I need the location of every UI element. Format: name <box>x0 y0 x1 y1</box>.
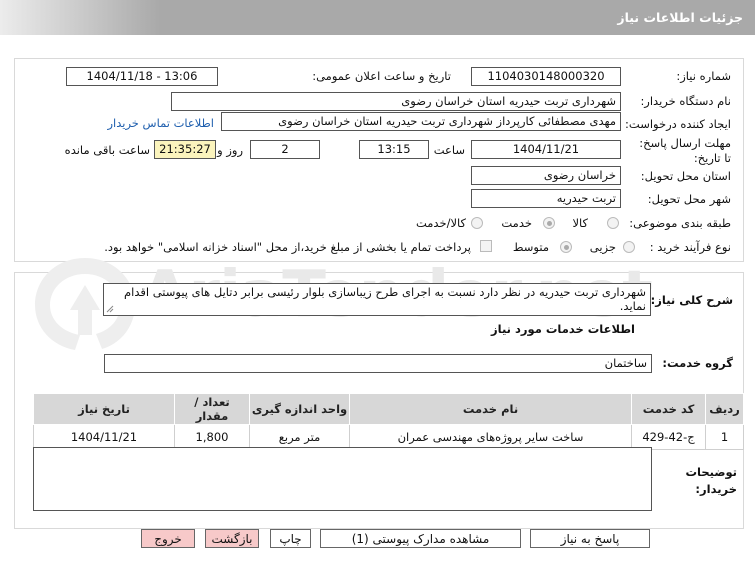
cell-need-date: 1404/11/21 <box>33 424 175 450</box>
service-group-label: گروه خدمت: <box>662 356 733 370</box>
deadline-label: مهلت ارسال پاسخ: تا تاریخ: <box>639 136 731 165</box>
process-label: نوع فرآیند خرید : <box>649 240 731 254</box>
exit-button[interactable]: خروج <box>141 529 195 548</box>
header-gradient <box>0 0 160 35</box>
cell-unit: متر مربع <box>249 424 350 450</box>
need-number-label: شماره نیاز: <box>676 69 731 83</box>
treasury-payment-note: پرداخت تمام یا بخشی از مبلغ خرید،از محل … <box>104 240 471 254</box>
buyer-org-label: نام دستگاه خریدار: <box>640 94 731 108</box>
back-button[interactable]: بازگشت <box>205 529 259 548</box>
buyer-notes-field <box>33 447 652 511</box>
buyer-notes-label-line2: خریدار: <box>695 482 737 496</box>
description-field: شهرداری تربت حیدریه در نظر دارد نسبت به … <box>103 283 651 316</box>
col-header-service-code: کد خدمت <box>631 393 706 425</box>
col-header-row-number: ردیف <box>705 393 744 425</box>
services-table: ردیف کد خدمت نام خدمت واحد اندازه گیری ت… <box>33 393 744 450</box>
days-field: 2 <box>250 140 320 159</box>
cell-quantity: 1,800 <box>174 424 250 450</box>
col-header-need-date: تاریخ نیاز <box>33 393 175 425</box>
services-section-title: اطلاعات خدمات مورد نیاز <box>491 322 635 336</box>
remaining-time-field: 21:35:27 <box>154 140 216 159</box>
remaining-time-label: ساعت باقی مانده <box>64 143 150 157</box>
category-service-label: خدمت <box>501 216 532 230</box>
days-label: روز و <box>217 143 243 157</box>
resize-handle-icon <box>106 305 114 313</box>
table-row: 1 ج-42-429 ساخت سایر پروژه‌های مهندسی عم… <box>33 424 744 450</box>
buyer-notes-label-line1: توضیحات <box>685 465 738 479</box>
province-field: خراسان رضوی <box>471 166 621 185</box>
col-header-service-name: نام خدمت <box>349 393 632 425</box>
category-label: طبقه بندی موضوعی: <box>629 216 731 230</box>
requester-field: مهدی مصطفائی کارپرداز شهرداری تربت حیدری… <box>221 112 621 131</box>
page-header: جزئیات اطلاعات نیاز <box>0 0 755 35</box>
buyer-org-field: شهرداری تربت حیدریه استان خراسان رضوی <box>171 92 621 111</box>
col-header-unit: واحد اندازه گیری <box>249 393 350 425</box>
service-group-field: ساختمان <box>104 354 652 373</box>
page-title: جزئیات اطلاعات نیاز <box>617 10 743 25</box>
process-minor-radio[interactable] <box>623 241 635 253</box>
treasury-payment-checkbox[interactable] <box>480 240 492 252</box>
deadline-time-label: ساعت <box>433 143 465 157</box>
cell-service-code: ج-42-429 <box>631 424 706 450</box>
announce-field: 1404/11/18 - 13:06 <box>66 67 218 86</box>
category-both-label: کالا/خدمت <box>415 216 466 230</box>
col-header-quantity: تعداد / مقدار <box>174 393 250 425</box>
buyer-contact-link[interactable]: اطلاعات تماس خریدار <box>107 116 214 130</box>
description-label: شرح کلی نیاز: <box>650 293 733 307</box>
process-minor-label: جزیی <box>589 240 616 254</box>
view-attachments-button[interactable]: مشاهده مدارک پیوستی (1) <box>320 529 521 548</box>
category-both-radio[interactable] <box>471 217 483 229</box>
cell-service-name: ساخت سایر پروژه‌های مهندسی عمران <box>349 424 632 450</box>
category-goods-label: کالا <box>572 216 588 230</box>
process-medium-radio[interactable] <box>560 241 572 253</box>
category-goods-radio[interactable] <box>607 217 619 229</box>
table-header-row: ردیف کد خدمت نام خدمت واحد اندازه گیری ت… <box>33 393 744 425</box>
need-number-field: 1104030148000320 <box>471 67 621 86</box>
province-label: استان محل تحویل: <box>640 169 731 183</box>
process-medium-label: متوسط <box>512 240 549 254</box>
announce-label: تاریخ و ساعت اعلان عمومی: <box>312 69 451 83</box>
deadline-time-field: 13:15 <box>359 140 429 159</box>
city-label: شهر محل تحویل: <box>647 192 731 206</box>
requester-label: ایجاد کننده درخواست: <box>625 117 731 131</box>
category-service-radio[interactable] <box>543 217 555 229</box>
deadline-date-field: 1404/11/21 <box>471 140 621 159</box>
city-field: تربت حیدریه <box>471 189 621 208</box>
reply-button[interactable]: پاسخ به نیاز <box>530 529 650 548</box>
print-button[interactable]: چاپ <box>270 529 311 548</box>
cell-row-number: 1 <box>705 424 744 450</box>
buyer-notes-label: توضیحات خریدار: <box>686 464 738 498</box>
